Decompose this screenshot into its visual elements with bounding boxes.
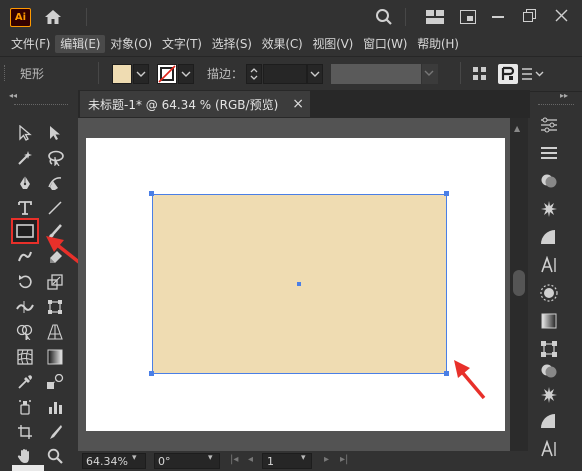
slice-tool-icon[interactable] [44, 421, 66, 443]
first-artboard-icon[interactable]: |◂ [230, 454, 238, 465]
selection-handle-bottom-right[interactable] [444, 371, 449, 376]
selection-handle-bottom-left[interactable] [149, 371, 154, 376]
previous-artboard-icon[interactable]: ◂ [248, 454, 253, 465]
stroke-weight-dropdown[interactable] [307, 64, 323, 84]
stroke-dropdown[interactable] [178, 64, 194, 84]
restore-button[interactable] [523, 9, 536, 22]
control-bar: 矩形 描边： [0, 56, 582, 92]
gradient-tool-icon[interactable] [44, 346, 66, 368]
vertical-scrollbar[interactable]: ▲ [510, 118, 528, 451]
appearance-panel-icon[interactable] [538, 170, 560, 192]
free-transform-tool-icon[interactable] [44, 296, 66, 318]
rectangle-tool-icon[interactable] [11, 218, 39, 244]
selection-center-point [297, 282, 301, 286]
curvature-tool-icon[interactable] [44, 172, 66, 194]
menu-object[interactable]: 对象(O) [105, 35, 157, 53]
width-tool-icon[interactable] [14, 296, 36, 318]
scrollbar-thumb[interactable] [513, 270, 525, 296]
color-guide-panel-icon[interactable] [538, 282, 560, 304]
menu-edit[interactable]: 编辑(E) [55, 35, 106, 53]
mesh-tool-icon[interactable] [14, 346, 36, 368]
properties-panel-icon[interactable] [538, 114, 560, 136]
menu-type[interactable]: 文字(T) [157, 35, 207, 53]
character-panel-icon[interactable] [538, 254, 560, 276]
pen-tool-icon[interactable] [14, 172, 36, 194]
right-panel-dock [530, 100, 582, 471]
scroll-up-arrow[interactable]: ▲ [514, 124, 520, 133]
stroke-swatch[interactable] [157, 64, 177, 84]
shape-builder-tool-icon[interactable] [14, 321, 36, 343]
appearance-panel-icon-2[interactable] [538, 360, 560, 382]
zoom-tool-icon[interactable] [44, 445, 66, 467]
column-graph-tool-icon[interactable] [44, 396, 66, 418]
layers-panel-icon[interactable] [538, 142, 560, 164]
transform-icon[interactable] [498, 64, 518, 84]
selection-tool-icon[interactable] [14, 122, 36, 144]
stock-search-icon[interactable] [460, 10, 476, 24]
magic-wand-tool-icon[interactable] [14, 147, 36, 169]
home-icon[interactable] [44, 8, 62, 26]
profile-dropdown[interactable] [422, 64, 438, 84]
hand-tool-icon[interactable] [14, 445, 36, 467]
blend-tool-icon[interactable] [44, 371, 66, 393]
title-bar: Ai [0, 0, 582, 34]
line-segment-tool-icon[interactable] [44, 197, 66, 219]
selection-handle-top-right[interactable] [444, 191, 449, 196]
stroke-panel-icon[interactable] [538, 226, 560, 248]
document-tab-close-icon[interactable]: × [292, 96, 304, 112]
direct-selection-tool-icon[interactable] [44, 122, 66, 144]
align-grid-icon[interactable] [473, 67, 487, 81]
rotation-dropdown-icon[interactable]: ▾ [208, 453, 213, 463]
variable-width-profile[interactable] [331, 64, 421, 84]
menu-window[interactable]: 窗口(W) [358, 35, 412, 53]
search-icon[interactable] [375, 8, 393, 26]
symbols-panel-icon[interactable] [538, 198, 560, 220]
close-button[interactable] [555, 9, 568, 22]
right-panel-collapse-icon[interactable]: ▸▸ [560, 91, 568, 100]
eyedropper-tool-icon[interactable] [14, 371, 36, 393]
fill-swatch[interactable] [112, 64, 132, 84]
stroke-weight-label: 描边： [207, 67, 244, 81]
menu-bar: 文件(F) 编辑(E) 对象(O) 文字(T) 选择(S) 效果(C) 视图(V… [0, 34, 582, 54]
gradient-panel-icon[interactable] [538, 310, 560, 332]
annotation-arrow-shape [452, 358, 488, 402]
stroke-panel-icon-2[interactable] [538, 410, 560, 432]
stroke-weight-input[interactable] [263, 64, 307, 84]
symbols-panel-icon-2[interactable] [538, 384, 560, 406]
stroke-weight-stepper[interactable] [246, 64, 262, 84]
toolbox-panel [8, 100, 74, 471]
shaper-tool-icon[interactable] [14, 246, 36, 268]
menu-view[interactable]: 视图(V) [307, 35, 358, 53]
zoom-dropdown-icon[interactable]: ▾ [132, 453, 137, 463]
menu-file[interactable]: 文件(F) [6, 35, 55, 53]
fill-dropdown[interactable] [133, 64, 149, 84]
last-artboard-icon[interactable]: ▸| [340, 454, 348, 465]
character-panel-icon-2[interactable] [538, 438, 560, 460]
next-artboard-icon[interactable]: ▸ [324, 454, 329, 465]
type-tool-icon[interactable] [14, 197, 36, 219]
status-bar: 64.34% ▾ 0° ▾ |◂ ◂ 1 ▾ ▸ ▸| [78, 451, 530, 471]
document-tab-title: 未标题-1* @ 64.34 % (RGB/预览) [88, 97, 279, 112]
minimize-button[interactable] [492, 16, 504, 18]
transform-panel-icon[interactable] [538, 338, 560, 360]
perspective-grid-tool-icon[interactable] [44, 321, 66, 343]
symbol-sprayer-tool-icon[interactable] [14, 396, 36, 418]
document-tab[interactable]: 未标题-1* @ 64.34 % (RGB/预览) × [80, 91, 310, 117]
selection-handle-top-left[interactable] [149, 191, 154, 196]
artboard-dropdown-icon[interactable]: ▾ [301, 453, 306, 463]
rotate-tool-icon[interactable] [14, 271, 36, 293]
app-logo: Ai [10, 8, 31, 27]
lasso-tool-icon[interactable] [44, 147, 66, 169]
menu-select[interactable]: 选择(S) [207, 35, 257, 53]
artboard-tool-icon[interactable] [14, 421, 36, 443]
menu-help[interactable]: 帮助(H) [412, 35, 463, 53]
menu-effect[interactable]: 效果(C) [257, 35, 308, 53]
workspace-switcher-icon[interactable] [426, 10, 444, 24]
panel-options-icon[interactable] [522, 66, 544, 82]
object-type-label: 矩形 [20, 67, 45, 81]
toolbox-collapse-icon[interactable]: ◂◂ [9, 91, 17, 100]
fill-stroke-indicator[interactable] [12, 465, 44, 471]
